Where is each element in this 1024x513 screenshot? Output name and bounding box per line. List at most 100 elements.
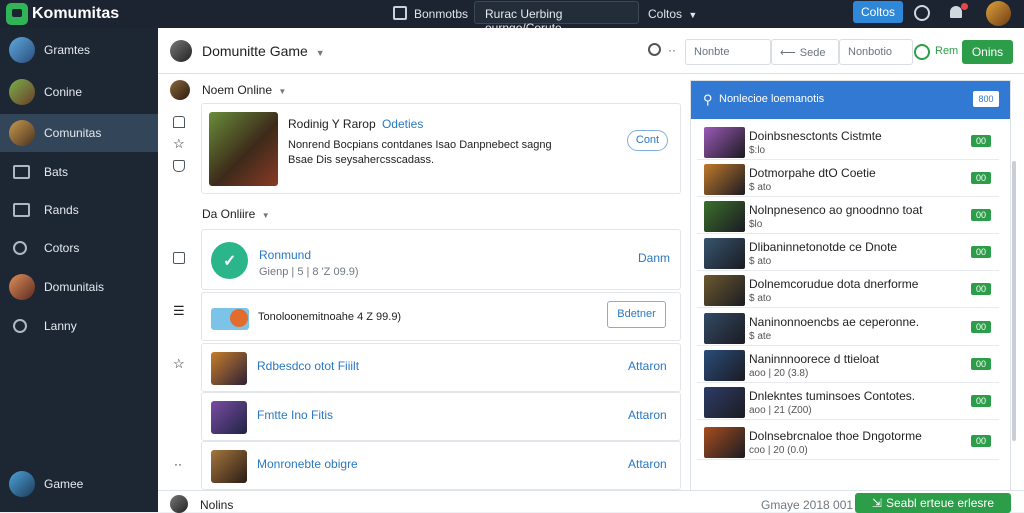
recommendation-title: Nolnpnesenco ao gnoodnno toat — [749, 203, 923, 217]
home-icon[interactable] — [173, 116, 185, 128]
sidebar-item-domunitais[interactable]: Domunitais — [0, 268, 158, 306]
recommendation-badge[interactable]: 00 — [971, 135, 991, 147]
card-button[interactable]: Cont — [627, 130, 668, 151]
bell-icon[interactable] — [950, 6, 962, 18]
header-icon-text: Rem — [935, 45, 959, 57]
item-title: Monronebte obigre — [257, 457, 358, 471]
recommendation-row[interactable]: Dnlekntes tuminsoes Contotes. aoo | 21 (Z… — [697, 383, 999, 420]
search-icon[interactable] — [648, 43, 661, 56]
recommendation-row[interactable]: Dolnemcorudue dota dnerforme $ ato 00 — [697, 271, 999, 308]
list-item[interactable]: Fmtte Ino Fitis Attaron — [201, 392, 681, 441]
recommendation-row[interactable]: Dotmorpahe dtO Coetie $ ato 00 — [697, 160, 999, 197]
filter-input-2[interactable]: ⟵ Sede — [771, 39, 839, 65]
star-icon[interactable]: ☆ — [173, 356, 185, 372]
item-button[interactable]: Bdetner — [607, 301, 666, 328]
recommendation-badge[interactable]: 00 — [971, 246, 991, 258]
item-title: Ronmund — [259, 248, 312, 262]
top-search-box[interactable]: Rurac Uerbing ourngo/Corute — [474, 1, 639, 35]
item-action-link[interactable]: Attaron — [628, 457, 667, 471]
filter-input-1[interactable]: Nonbte — [685, 39, 771, 65]
top-dropdown-label: Coltos — [648, 7, 683, 21]
add-icon[interactable] — [914, 44, 930, 60]
footer-button-label: Seabl erteue erlesre — [885, 496, 995, 510]
item-action-link[interactable]: Danm — [638, 251, 670, 265]
top-dropdown[interactable]: Coltos ▼ — [648, 7, 697, 21]
avatar — [9, 120, 35, 146]
card-line-1: Nonrend Bocpians contdanes Isao Danpnebe… — [288, 139, 552, 151]
card-title-tail: Odeties — [381, 117, 424, 131]
list-item[interactable]: ✓ Ronmund Gienp | 5 | 8 'Z 09.9) Danm — [201, 229, 681, 290]
recommendation-badge[interactable]: 00 — [971, 395, 991, 407]
sidebar-item-gamee[interactable]: Gamee — [0, 465, 158, 503]
brand-name: Komumitas — [32, 5, 120, 22]
recommendation-badge[interactable]: 00 — [971, 209, 991, 221]
inbox-icon[interactable] — [173, 252, 185, 264]
page-title-text: Domunitte Game — [202, 43, 308, 59]
page-title[interactable]: Domunitte Game ▼ — [202, 43, 325, 59]
sidebar-item-label: Comunitas — [44, 126, 102, 140]
card-line-2: Bsae Dis seysahercsscadass. — [288, 154, 435, 166]
section-title-noem-online[interactable]: Noem Online ▼ — [202, 83, 286, 97]
section-title-da-onliire[interactable]: Da Onliire ▼ — [202, 207, 270, 221]
star-icon[interactable]: ☆ — [173, 136, 185, 152]
recommendation-subtitle: coo | 20 (0.0) — [749, 445, 808, 456]
panel-header: ⚲ Nonlecioe loemanotis 800 — [691, 81, 1010, 119]
avatar — [9, 37, 35, 63]
user-avatar[interactable] — [986, 1, 1011, 26]
item-action-link[interactable]: Attaron — [628, 359, 667, 373]
list-item[interactable]: Rdbesdco otot Fiiilt Attaron — [201, 343, 681, 392]
notification-dot — [961, 3, 968, 10]
recommendation-title: Dlibaninnetonotde ce Dnote — [749, 240, 898, 254]
recommendation-badge[interactable]: 00 — [971, 172, 991, 184]
sidebar-item-gramtes[interactable]: Gramtes — [0, 31, 158, 69]
recommendation-row[interactable]: Naninnnoorece d ttieloat aoo | 20 (3.8) 00 — [697, 346, 999, 383]
list-item[interactable]: Monronebte obigre Attaron — [201, 441, 681, 490]
sidebar-item-bats[interactable]: Bats — [0, 153, 158, 191]
panel-button[interactable]: 800 — [973, 91, 999, 107]
footer-bar: Nolins Gmaye 2018 001 ⇲ Seabl erteue erle… — [158, 490, 1024, 513]
recommendation-badge[interactable]: 00 — [971, 321, 991, 333]
app-logo-icon[interactable] — [6, 3, 28, 25]
recommendation-row[interactable]: Nolnpnesenco ao gnoodnno toat $lo 00 — [697, 197, 999, 234]
sidebar-item-comunitas[interactable]: Comunitas — [0, 114, 158, 152]
game-thumbnail — [704, 313, 745, 344]
recommendation-row[interactable]: Dolnsebrcnaloe thoe Dngotorme coo | 20 (0… — [697, 423, 999, 460]
list-item[interactable]: Tonoloonemitnoahe 4 Z 99.9) Bdetner — [201, 292, 681, 341]
avatar — [170, 40, 192, 62]
item-action-link[interactable]: Attaron — [628, 408, 667, 422]
more-icon[interactable]: ·· — [668, 43, 676, 57]
more-icon[interactable]: ·· — [174, 457, 182, 471]
book-icon — [13, 203, 30, 217]
arrow-icon: ⟵ — [780, 47, 796, 59]
sidebar-item-conine[interactable]: Conine — [0, 73, 158, 111]
featured-card[interactable]: Rodinig Y Rarop Odeties Nonrend Bocpians… — [201, 103, 681, 194]
bookmark-icon[interactable] — [173, 160, 185, 172]
chevron-down-icon: ▼ — [315, 48, 325, 58]
settings-icon[interactable] — [914, 5, 930, 21]
store-icon[interactable] — [393, 6, 407, 20]
sidebar-item-rands[interactable]: Rands — [0, 191, 158, 229]
scrollbar[interactable] — [1012, 161, 1016, 441]
header-button[interactable]: Onins — [962, 40, 1013, 64]
recommendation-row[interactable]: Naninonnoencbs ae ceperonne. $ ate 00 — [697, 309, 999, 346]
recommendation-row[interactable]: Doinbsnesctonts Cistmte $:lo 00 — [697, 123, 999, 160]
sidebar-item-label: Gamee — [44, 477, 84, 491]
avatar — [170, 80, 190, 100]
nav-link[interactable]: Bonmotbs — [414, 7, 468, 21]
recommendation-badge[interactable]: 00 — [971, 358, 991, 370]
game-thumbnail — [704, 164, 745, 195]
panel-title: Nonlecioe loemanotis — [719, 93, 825, 105]
sidebar-item-lanny[interactable]: Lanny — [0, 307, 158, 345]
filter-input-3[interactable]: Nonbotio — [839, 39, 913, 65]
sidebar-item-cotors[interactable]: Cotors — [0, 229, 158, 267]
top-button[interactable]: Coltos — [853, 1, 903, 23]
recommendation-row[interactable]: Dlibaninnetonotde ce Dnote $ ato 00 — [697, 234, 999, 271]
search-icon — [13, 319, 27, 333]
recommendation-badge[interactable]: 00 — [971, 283, 991, 295]
menu-icon[interactable]: ☰ — [173, 303, 185, 319]
item-title: Rdbesdco otot Fiiilt — [257, 359, 360, 373]
recommendation-badge[interactable]: 00 — [971, 435, 991, 447]
footer-button[interactable]: ⇲ Seabl erteue erlesre — [855, 493, 1011, 513]
recommendation-subtitle: $ ato — [749, 256, 772, 267]
chevron-down-icon: ▼ — [278, 87, 287, 96]
